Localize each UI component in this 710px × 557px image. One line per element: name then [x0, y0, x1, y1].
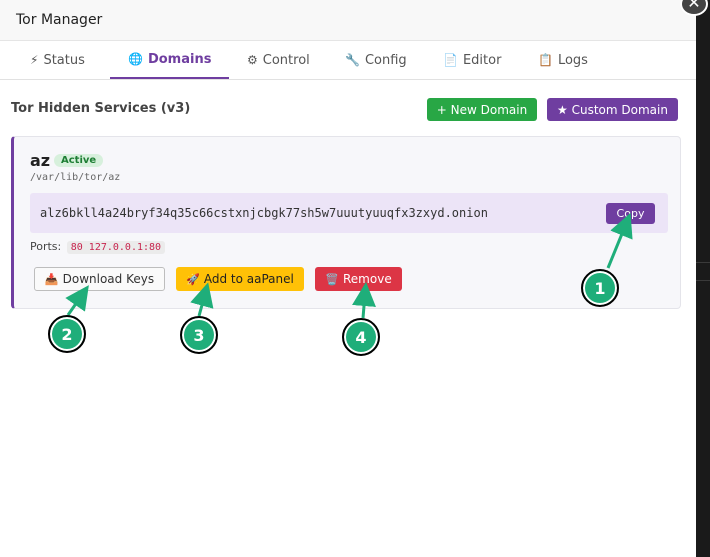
ports-label: Ports: — [30, 240, 62, 253]
annotation-marker-1: 1 — [581, 269, 619, 307]
lightning-icon: ⚡ — [30, 53, 39, 67]
service-name: az — [30, 151, 51, 170]
tab-bar: ⚡ Status 🌐 Domains ⚙ Control 🔧 Config 📄 … — [0, 41, 696, 80]
download-keys-button[interactable]: 📥 Download Keys — [34, 267, 165, 291]
status-badge: Active — [54, 154, 104, 167]
tab-label: Status — [43, 52, 85, 68]
onion-address-box: alz6bkll4a24bryf34q35c66cstxnjcbgk77sh5w… — [30, 193, 668, 233]
service-path: /var/lib/tor/az — [30, 172, 121, 183]
modal-title: Tor Manager — [16, 12, 103, 28]
tab-editor[interactable]: 📄 Editor — [425, 41, 519, 79]
tab-domains[interactable]: 🌐 Domains — [110, 41, 229, 79]
tab-logs[interactable]: 📋 Logs — [520, 41, 606, 79]
remove-label: Remove — [343, 272, 392, 286]
modal-backdrop — [696, 0, 710, 557]
annotation-marker-4: 4 — [342, 318, 380, 356]
rocket-icon: 🚀 — [186, 272, 200, 286]
gear-icon: ⚙ — [247, 53, 258, 67]
trash-icon: 🗑️ — [325, 272, 339, 286]
new-domain-button[interactable]: + New Domain — [427, 98, 537, 121]
add-to-aapanel-label: Add to aaPanel — [203, 272, 294, 286]
section-title: Tor Hidden Services (v3) — [11, 101, 191, 116]
tab-label: Domains — [147, 51, 212, 67]
annotation-marker-3: 3 — [180, 316, 218, 354]
globe-icon: 🌐 — [128, 52, 143, 66]
tab-control[interactable]: ⚙ Control — [229, 41, 328, 79]
tab-label: Control — [262, 52, 310, 68]
backdrop-divider — [696, 262, 710, 263]
copy-button[interactable]: Copy — [606, 203, 655, 224]
ports-row: Ports: 80 127.0.0.1:80 — [30, 240, 166, 254]
tab-label: Editor — [462, 52, 502, 68]
download-icon: 📥 — [44, 272, 59, 286]
remove-button[interactable]: 🗑️ Remove — [315, 267, 402, 291]
tab-label: Logs — [557, 52, 588, 68]
clipboard-icon: 📋 — [538, 53, 553, 67]
modal-header: Tor Manager — [0, 0, 696, 41]
ports-value: 80 127.0.0.1:80 — [66, 241, 166, 254]
tab-label: Config — [364, 52, 407, 68]
tab-config[interactable]: 🔧 Config — [327, 41, 425, 79]
download-keys-label: Download Keys — [62, 272, 155, 286]
add-to-aapanel-button[interactable]: 🚀 Add to aaPanel — [176, 267, 304, 291]
onion-address: alz6bkll4a24bryf34q35c66cstxnjcbgk77sh5w… — [40, 206, 488, 220]
tab-status[interactable]: ⚡ Status — [12, 41, 103, 79]
document-icon: 📄 — [443, 53, 458, 67]
backdrop-divider — [696, 280, 710, 281]
wrench-icon: 🔧 — [345, 53, 360, 67]
custom-domain-button[interactable]: ★ Custom Domain — [547, 98, 678, 121]
annotation-marker-2: 2 — [48, 315, 86, 353]
